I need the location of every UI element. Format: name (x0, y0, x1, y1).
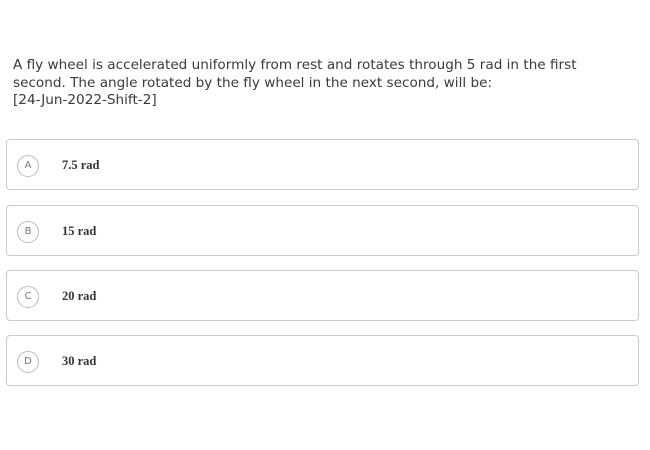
option-text: 30 rad (62, 354, 97, 368)
option-d[interactable]: D 30 rad (6, 335, 639, 386)
question-source-tag: [24-Jun-2022-Shift-2] (13, 92, 157, 108)
option-text: 7.5 rad (62, 158, 100, 172)
option-letter-badge: A (17, 155, 39, 177)
option-text: 20 rad (62, 289, 97, 303)
question-line-2: second. The angle rotated by the fly whe… (13, 74, 493, 91)
option-letter-badge: B (17, 221, 39, 243)
question-text: A fly wheel is accelerated uniformly fro… (13, 57, 623, 110)
option-b[interactable]: B 15 rad (6, 205, 639, 256)
option-letter-badge: C (17, 286, 39, 308)
option-text: 15 rad (62, 224, 97, 238)
option-a[interactable]: A 7.5 rad (6, 139, 639, 190)
option-c[interactable]: C 20 rad (6, 270, 639, 321)
option-letter-badge: D (17, 351, 39, 373)
question-line-1: A fly wheel is accelerated uniformly fro… (13, 57, 577, 73)
